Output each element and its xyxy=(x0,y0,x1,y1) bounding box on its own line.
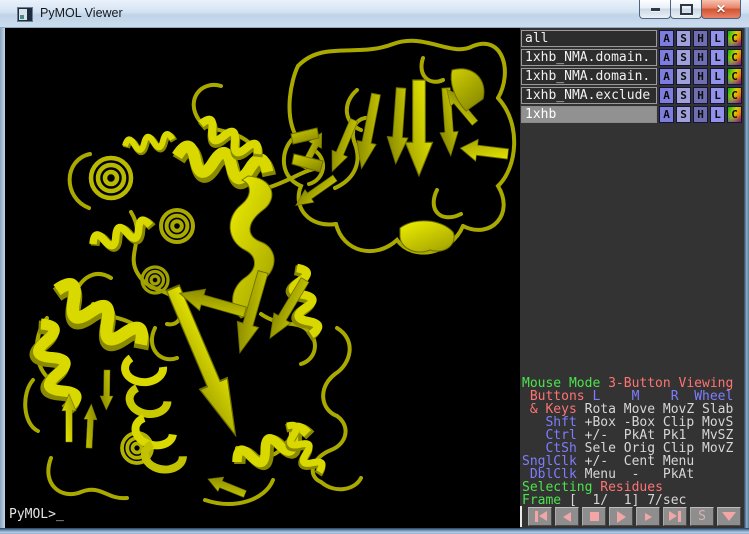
minimize-button[interactable] xyxy=(639,0,671,19)
object-action-button[interactable]: A xyxy=(659,49,674,66)
object-hide-button[interactable]: H xyxy=(693,30,708,47)
caret-right-small-icon xyxy=(645,513,652,521)
object-color-button[interactable]: C xyxy=(727,30,742,47)
panel-menu-button[interactable] xyxy=(717,507,741,526)
object-name[interactable]: 1xhb_NMA.domain. xyxy=(521,49,657,66)
object-show-button[interactable]: S xyxy=(676,87,691,104)
titlebar[interactable]: PyMOL Viewer ✕ xyxy=(0,0,749,28)
mouse-help-text: [ 1/ 1] 7/sec xyxy=(561,493,686,508)
object-show-button[interactable]: S xyxy=(676,30,691,47)
object-label-button[interactable]: L xyxy=(710,68,725,85)
object-hide-button[interactable]: H xyxy=(693,68,708,85)
pymol-window: PyMOL Viewer ✕ xyxy=(0,0,749,534)
skip-start-icon xyxy=(534,511,547,522)
window-border-right xyxy=(744,28,749,528)
mouse-help-line: Frame [ 1/ 1] 7/sec xyxy=(522,494,744,507)
stop-square-icon xyxy=(590,512,599,521)
internal-gui-panel: allASHLC1xhb_NMA.domain.ASHLC1xhb_NMA.do… xyxy=(520,28,744,528)
object-show-button[interactable]: S xyxy=(676,49,691,66)
object-name[interactable]: 1xhb_NMA.exclude xyxy=(521,87,657,104)
command-prompt[interactable]: PyMOL>_ xyxy=(9,507,64,522)
object-label-button[interactable]: L xyxy=(710,87,725,104)
play-button[interactable] xyxy=(609,507,633,526)
object-label-button[interactable]: L xyxy=(710,30,725,47)
minimize-bar-icon xyxy=(651,8,660,11)
maximize-button[interactable] xyxy=(670,0,702,19)
object-action-button[interactable]: A xyxy=(659,30,674,47)
object-show-button[interactable]: S xyxy=(676,106,691,123)
viewport-3d[interactable]: PyMOL>_ xyxy=(5,28,520,528)
step-back-button[interactable] xyxy=(555,507,579,526)
scene-button[interactable]: S xyxy=(690,507,714,526)
object-action-button[interactable]: A xyxy=(659,106,674,123)
object-row: allASHLC xyxy=(521,30,744,47)
rewind-to-start-button[interactable] xyxy=(528,507,552,526)
playback-controls: S xyxy=(528,507,741,526)
maximize-square-icon xyxy=(680,4,693,15)
object-action-button[interactable]: A xyxy=(659,68,674,85)
object-name[interactable]: all xyxy=(521,30,657,47)
window-title: PyMOL Viewer xyxy=(40,0,123,28)
triangle-down-icon xyxy=(722,512,736,521)
forward-to-end-button[interactable] xyxy=(663,507,687,526)
close-x-icon: ✕ xyxy=(716,2,726,16)
object-row: 1xhb_NMA.domain.ASHLC xyxy=(521,49,744,66)
stop-button[interactable] xyxy=(582,507,606,526)
play-triangle-icon xyxy=(617,511,626,523)
pymol-app-icon xyxy=(17,7,33,22)
object-name[interactable]: 1xhb xyxy=(521,106,657,123)
object-row: 1xhb_NMA.excludeASHLC xyxy=(521,87,744,104)
object-color-button[interactable]: C xyxy=(727,68,742,85)
step-forward-button[interactable] xyxy=(636,507,660,526)
object-label-button[interactable]: L xyxy=(710,49,725,66)
window-controls: ✕ xyxy=(640,0,741,19)
mouse-help-text: Frame xyxy=(522,493,561,508)
object-hide-button[interactable]: H xyxy=(693,106,708,123)
object-label-button[interactable]: L xyxy=(710,106,725,123)
object-color-button[interactable]: C xyxy=(727,106,742,123)
object-row: 1xhb_NMA.domain.ASHLC xyxy=(521,68,744,85)
object-color-button[interactable]: C xyxy=(727,49,742,66)
object-color-button[interactable]: C xyxy=(727,87,742,104)
close-button[interactable]: ✕ xyxy=(701,0,741,19)
letter-s-icon: S xyxy=(698,511,706,522)
caret-left-icon xyxy=(563,512,571,522)
window-border-bottom xyxy=(0,528,749,534)
mouse-help-panel: Mouse Mode 3-Button Viewing Buttons L M … xyxy=(522,377,744,507)
object-row: 1xhbASHLC xyxy=(521,106,744,123)
skip-end-icon xyxy=(669,511,682,522)
object-action-button[interactable]: A xyxy=(659,87,674,104)
object-hide-button[interactable]: H xyxy=(693,87,708,104)
protein-ribbon[interactable] xyxy=(5,28,520,528)
object-show-button[interactable]: S xyxy=(676,68,691,85)
object-list: allASHLC1xhb_NMA.domain.ASHLC1xhb_NMA.do… xyxy=(520,30,744,123)
object-name[interactable]: 1xhb_NMA.domain. xyxy=(521,68,657,85)
frame-indicator-bar xyxy=(520,506,522,527)
object-hide-button[interactable]: H xyxy=(693,49,708,66)
